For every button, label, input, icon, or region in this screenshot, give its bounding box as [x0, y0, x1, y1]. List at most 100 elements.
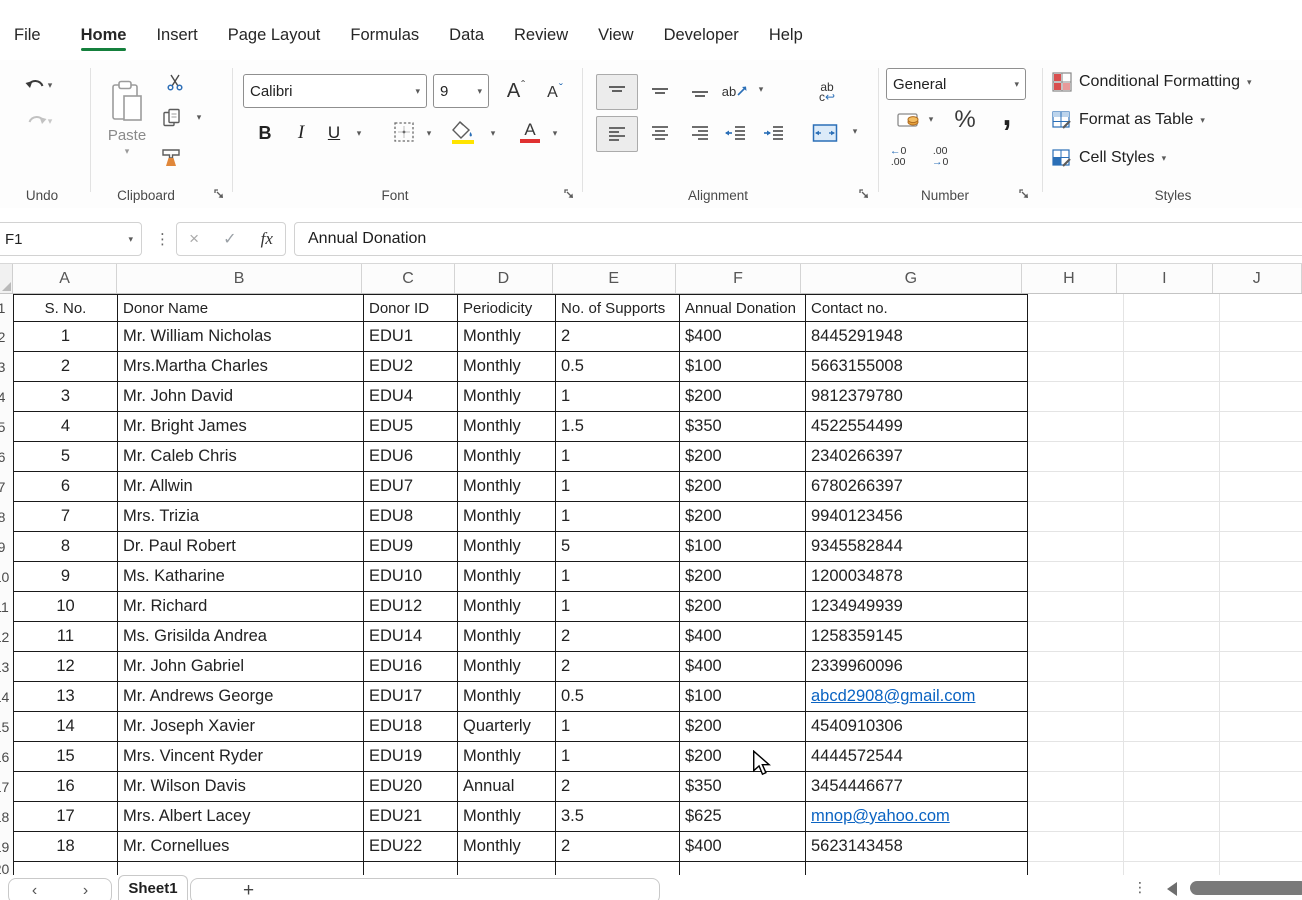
conditional-formatting-button[interactable]: Conditional Formatting ▾: [1052, 72, 1252, 92]
cell-H19[interactable]: [1028, 832, 1124, 862]
accounting-dropdown[interactable]: ▾: [924, 112, 938, 126]
cell-A5[interactable]: 4: [13, 412, 118, 442]
row-header-18[interactable]: 18: [0, 802, 13, 832]
align-left-button[interactable]: [596, 116, 638, 152]
cell-F17[interactable]: $350: [680, 772, 806, 802]
cell-E19[interactable]: 2: [556, 832, 680, 862]
column-header-H[interactable]: H: [1022, 264, 1117, 293]
column-header-I[interactable]: I: [1117, 264, 1212, 293]
row-header-12[interactable]: 12: [0, 622, 13, 652]
cell-E11[interactable]: 1: [556, 592, 680, 622]
cell-H7[interactable]: [1028, 472, 1124, 502]
cell-G16[interactable]: 4444572544: [806, 742, 1028, 772]
cell-C18[interactable]: EDU21: [364, 802, 458, 832]
accounting-format-button[interactable]: [896, 108, 922, 132]
cell-J20[interactable]: [1220, 862, 1302, 875]
row-header-1[interactable]: 1: [0, 294, 13, 322]
cell-B5[interactable]: Mr. Bright James: [118, 412, 364, 442]
menu-tab-insert[interactable]: Insert: [156, 26, 197, 53]
cell-D11[interactable]: Monthly: [458, 592, 556, 622]
cell-F13[interactable]: $400: [680, 652, 806, 682]
column-header-B[interactable]: B: [117, 264, 361, 293]
cell-I15[interactable]: [1124, 712, 1220, 742]
format-as-table-button[interactable]: Format as Table ▾: [1052, 110, 1205, 130]
decrease-font-size-button[interactable]: Aˇ: [538, 79, 572, 107]
font-color-dropdown[interactable]: ▾: [548, 126, 562, 140]
cell-A9[interactable]: 8: [13, 532, 118, 562]
cell-H16[interactable]: [1028, 742, 1124, 772]
cell-E4[interactable]: 1: [556, 382, 680, 412]
row-header-5[interactable]: 5: [0, 412, 13, 442]
cell-D3[interactable]: Monthly: [458, 352, 556, 382]
font-dialog-launcher[interactable]: [563, 188, 577, 202]
column-header-C[interactable]: C: [362, 264, 455, 293]
cell-C6[interactable]: EDU6: [364, 442, 458, 472]
cell-J18[interactable]: [1220, 802, 1302, 832]
cell-G18[interactable]: mnop@yahoo.com: [806, 802, 1028, 832]
cell-G5[interactable]: 4522554499: [806, 412, 1028, 442]
row-header-7[interactable]: 7: [0, 472, 13, 502]
row-header-4[interactable]: 4: [0, 382, 13, 412]
status-bar-handle[interactable]: ⋮: [1133, 879, 1147, 896]
cell-E17[interactable]: 2: [556, 772, 680, 802]
align-right-button[interactable]: [682, 116, 718, 150]
select-all-corner[interactable]: [0, 264, 13, 293]
cell-B19[interactable]: Mr. Cornellues: [118, 832, 364, 862]
cell-C12[interactable]: EDU14: [364, 622, 458, 652]
cell-J6[interactable]: [1220, 442, 1302, 472]
menu-tab-help[interactable]: Help: [769, 26, 803, 53]
percent-style-button[interactable]: %: [948, 104, 982, 136]
wrap-text-button[interactable]: ab c↩: [810, 76, 844, 108]
cell-B20[interactable]: [118, 862, 364, 875]
cell-G13[interactable]: 2339960096: [806, 652, 1028, 682]
cell-I9[interactable]: [1124, 532, 1220, 562]
cell-C14[interactable]: EDU17: [364, 682, 458, 712]
format-painter-button[interactable]: [158, 144, 184, 170]
cell-C5[interactable]: EDU5: [364, 412, 458, 442]
comma-style-button[interactable]: ,: [994, 98, 1020, 130]
cell-G14[interactable]: abcd2908@gmail.com: [806, 682, 1028, 712]
cell-J1[interactable]: [1220, 294, 1302, 322]
cell-C8[interactable]: EDU8: [364, 502, 458, 532]
font-size-combo[interactable]: 9 ▾: [433, 74, 489, 108]
row-header-16[interactable]: 16: [0, 742, 13, 772]
formula-input[interactable]: Annual Donation: [294, 222, 1302, 256]
cell-B4[interactable]: Mr. John David: [118, 382, 364, 412]
cell-J9[interactable]: [1220, 532, 1302, 562]
cell-C16[interactable]: EDU19: [364, 742, 458, 772]
cell-D20[interactable]: [458, 862, 556, 875]
menu-tab-data[interactable]: Data: [449, 26, 484, 53]
cell-B12[interactable]: Ms. Grisilda Andrea: [118, 622, 364, 652]
cell-H5[interactable]: [1028, 412, 1124, 442]
cell-F8[interactable]: $200: [680, 502, 806, 532]
cell-I16[interactable]: [1124, 742, 1220, 772]
cell-F20[interactable]: [680, 862, 806, 875]
cell-B8[interactable]: Mrs. Trizia: [118, 502, 364, 532]
alignment-dialog-launcher[interactable]: [858, 188, 872, 202]
cell-F18[interactable]: $625: [680, 802, 806, 832]
menu-tab-developer[interactable]: Developer: [664, 26, 739, 53]
italic-button[interactable]: I: [288, 118, 314, 148]
cell-C4[interactable]: EDU4: [364, 382, 458, 412]
menu-tab-review[interactable]: Review: [514, 26, 568, 53]
cell-F1[interactable]: Annual Donation: [680, 294, 806, 322]
column-header-J[interactable]: J: [1213, 264, 1302, 293]
number-dialog-launcher[interactable]: [1018, 188, 1032, 202]
cell-H6[interactable]: [1028, 442, 1124, 472]
insert-function-icon[interactable]: fx: [261, 229, 273, 249]
cell-A2[interactable]: 1: [13, 322, 118, 352]
cell-F12[interactable]: $400: [680, 622, 806, 652]
cell-D8[interactable]: Monthly: [458, 502, 556, 532]
cell-G3[interactable]: 5663155008: [806, 352, 1028, 382]
cell-E6[interactable]: 1: [556, 442, 680, 472]
menu-tab-page-layout[interactable]: Page Layout: [228, 26, 321, 53]
cell-B13[interactable]: Mr. John Gabriel: [118, 652, 364, 682]
menu-tab-view[interactable]: View: [598, 26, 633, 53]
cell-G15[interactable]: 4540910306: [806, 712, 1028, 742]
column-header-D[interactable]: D: [455, 264, 552, 293]
cell-A12[interactable]: 11: [13, 622, 118, 652]
cell-D16[interactable]: Monthly: [458, 742, 556, 772]
cell-H3[interactable]: [1028, 352, 1124, 382]
cell-E14[interactable]: 0.5: [556, 682, 680, 712]
cell-B17[interactable]: Mr. Wilson Davis: [118, 772, 364, 802]
